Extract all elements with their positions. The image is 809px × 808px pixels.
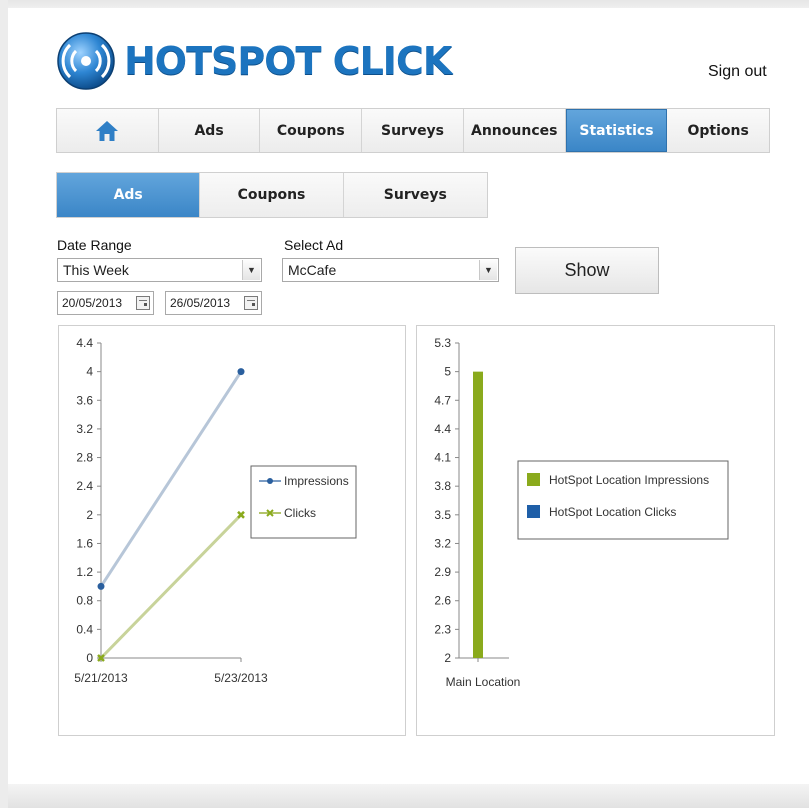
- start-date-field[interactable]: 20/05/2013: [57, 291, 154, 315]
- legend-label: HotSpot Location Impressions: [549, 473, 709, 487]
- subtab-surveys[interactable]: Surveys: [343, 173, 487, 217]
- y-tick-label: 3.2: [434, 536, 451, 550]
- tab-home[interactable]: [57, 109, 159, 152]
- y-tick-label: 0.4: [76, 622, 93, 636]
- brand-logo[interactable]: HOTSPOT CLICK: [56, 30, 452, 92]
- select-ad-label: Select Ad: [284, 237, 344, 253]
- wifi-broadcast-icon: [57, 32, 115, 90]
- x-tick-label: Main Location: [446, 675, 521, 689]
- y-tick-label: 5: [444, 365, 451, 379]
- y-tick-label: 2.8: [76, 451, 93, 465]
- main-nav: Ads Coupons Surveys Announces Statistics…: [56, 108, 770, 153]
- calendar-icon[interactable]: [136, 296, 150, 310]
- select-ad-value: McCafe: [288, 262, 337, 278]
- y-tick-label: 4.4: [434, 422, 451, 436]
- data-point: [97, 582, 105, 590]
- start-date-value: 20/05/2013: [62, 296, 123, 310]
- y-tick-label: 2: [444, 651, 451, 665]
- y-tick-label: 2.6: [434, 594, 451, 608]
- y-tick-label: 3.8: [434, 479, 451, 493]
- series-line-clicks: [99, 513, 243, 660]
- end-date-field[interactable]: 26/05/2013: [165, 291, 262, 315]
- legend-label: Impressions: [284, 474, 349, 488]
- statistics-sub-nav: Ads Coupons Surveys: [56, 172, 488, 218]
- impressions-clicks-line-chart: 0 0.4 0.8 1.2 1.6 2 2.4 2.8 3.2 3.6 4 4.4 5/21/2013 5…: [74, 336, 357, 685]
- select-ad-dropdown[interactable]: McCafe ▼: [282, 258, 499, 282]
- end-date-value: 26/05/2013: [170, 296, 231, 310]
- y-tick-label: 3.6: [76, 393, 93, 407]
- y-tick-label: 2.4: [76, 479, 93, 493]
- series-line-impressions: [99, 370, 243, 588]
- legend-label: Clicks: [284, 506, 316, 520]
- chevron-down-icon: ▼: [242, 260, 260, 280]
- sign-out-link[interactable]: Sign out: [708, 63, 767, 81]
- tab-options[interactable]: Options: [667, 109, 770, 152]
- y-tick-label: 3.2: [76, 422, 93, 436]
- y-tick-label: 2.9: [434, 565, 451, 579]
- y-tick-label: 1.2: [76, 565, 93, 579]
- tab-ads[interactable]: Ads: [158, 109, 261, 152]
- calendar-icon[interactable]: [244, 296, 258, 310]
- y-tick-label: 3.5: [434, 508, 451, 522]
- legend-marker: [267, 478, 273, 484]
- bar-impressions-main-location: [473, 371, 483, 658]
- y-tick-label: 4.4: [76, 336, 93, 350]
- y-tick-label: 1.6: [76, 536, 93, 550]
- x-tick-label: 5/23/2013: [214, 671, 268, 685]
- home-icon: [96, 120, 119, 141]
- legend-swatch: [527, 505, 540, 518]
- y-tick-label: 0: [86, 651, 93, 665]
- legend-swatch: [527, 473, 540, 486]
- data-point: [237, 368, 245, 376]
- y-tick-label: 4: [86, 365, 93, 379]
- y-tick-label: 2: [86, 508, 93, 522]
- legend-label: HotSpot Location Clicks: [549, 505, 676, 519]
- tab-coupons[interactable]: Coupons: [260, 109, 363, 152]
- y-tick-label: 0.8: [76, 594, 93, 608]
- subtab-ads[interactable]: Ads: [57, 173, 201, 217]
- line-chart-panel: 0 0.4 0.8 1.2 1.6 2 2.4 2.8 3.2 3.6 4 4.4 5/21/2013 5…: [58, 325, 406, 736]
- date-range-select[interactable]: This Week ▼: [57, 258, 262, 282]
- show-button[interactable]: Show: [515, 247, 659, 294]
- bar-chart-panel: 2 2.3 2.6 2.9 3.2 3.5 3.8 4.1 4.4 4.7 5 5.3 Main Loc…: [416, 325, 775, 736]
- date-range-label: Date Range: [57, 237, 132, 253]
- location-bar-chart: 2 2.3 2.6 2.9 3.2 3.5 3.8 4.1 4.4 4.7 5 5.3 Main Loc…: [434, 336, 729, 689]
- tab-statistics[interactable]: Statistics: [565, 109, 668, 152]
- y-tick-label: 5.3: [434, 336, 451, 350]
- x-tick-label: 5/21/2013: [74, 671, 128, 685]
- y-tick-label: 2.3: [434, 622, 451, 636]
- date-range-value: This Week: [63, 262, 129, 278]
- chevron-down-icon: ▼: [479, 260, 497, 280]
- footer-bar: [8, 784, 809, 808]
- brand-name: HOTSPOT CLICK: [124, 39, 452, 83]
- y-tick-label: 4.1: [434, 451, 451, 465]
- tab-announces[interactable]: Announces: [463, 109, 566, 152]
- subtab-coupons[interactable]: Coupons: [200, 173, 344, 217]
- y-tick-label: 4.7: [434, 393, 451, 407]
- tab-surveys[interactable]: Surveys: [362, 109, 464, 152]
